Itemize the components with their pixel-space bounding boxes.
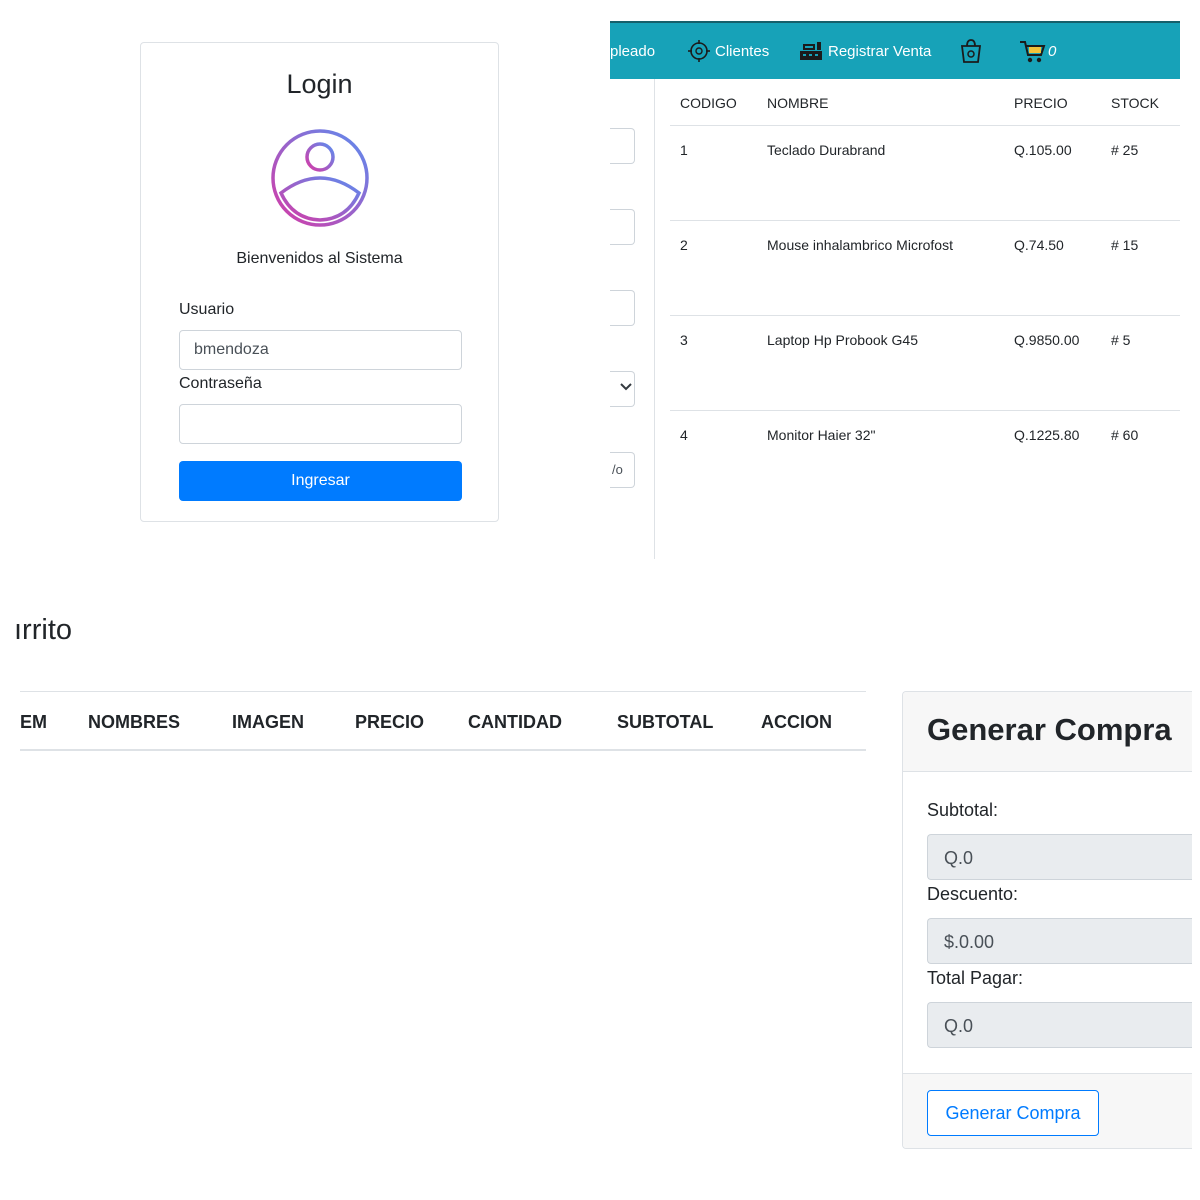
- column-header: NOMBRES: [88, 712, 181, 732]
- cell-precio: Q.9850.00: [1014, 332, 1080, 348]
- total-label: Total Pagar:: [927, 968, 1024, 988]
- shopping-cart-icon: [1020, 41, 1046, 63]
- purchase-card-footer: Generar Compra: [903, 1073, 1192, 1148]
- form-button-label: /o: [612, 462, 623, 477]
- product-form: /o: [610, 79, 655, 559]
- products-table: CODIGO NOMBRE PRECIO STOCK 1 Teclado Dur…: [670, 79, 1180, 506]
- purchase-title: Generar Compra: [927, 712, 1172, 747]
- column-header: PRECIO: [355, 712, 425, 732]
- form-input[interactable]: [610, 128, 635, 164]
- nav-item-clientes[interactable]: Clientes: [685, 23, 769, 79]
- column-header: STOCK: [1111, 95, 1159, 111]
- column-header: EM: [20, 712, 47, 732]
- nav-item-bag[interactable]: [958, 23, 986, 79]
- cell-nombre: Teclado Durabrand: [767, 142, 886, 158]
- nav-item-empleado[interactable]: pleado: [610, 23, 655, 79]
- cell-nombre: Laptop Hp Probook G45: [767, 332, 918, 348]
- cart-count: 0: [1048, 42, 1057, 60]
- password-input[interactable]: [179, 404, 462, 444]
- cell-codigo: 3: [680, 332, 688, 348]
- nav-item-registrar-venta[interactable]: Registrar Venta: [798, 23, 931, 79]
- target-icon: [688, 40, 710, 62]
- form-input[interactable]: [610, 209, 635, 245]
- cell-precio: Q.74.50: [1014, 237, 1064, 253]
- navbar: pleado Clientes Registrar Venta 0: [610, 21, 1180, 79]
- nav-item-label: Clientes: [715, 42, 770, 60]
- purchase-card: Generar Compra Subtotal: Q.0 Descuento: …: [902, 691, 1192, 1149]
- column-header: CODIGO: [680, 95, 737, 111]
- column-header: PRECIO: [1014, 95, 1068, 111]
- cash-register-icon: [800, 42, 822, 60]
- cell-precio: Q.105.00: [1014, 142, 1072, 158]
- discount-field: $.0.00: [927, 918, 1192, 964]
- table-row[interactable]: 3 Laptop Hp Probook G45 Q.9850.00 # 5: [670, 316, 1180, 411]
- username-label: Usuario: [179, 301, 235, 318]
- cell-codigo: 2: [680, 237, 688, 253]
- table-row[interactable]: 4 Monitor Haier 32" Q.1225.80 # 60: [670, 411, 1180, 506]
- column-header: NOMBRE: [767, 95, 829, 111]
- column-header: ACCION: [761, 712, 832, 732]
- login-title: Login: [286, 69, 353, 99]
- generate-purchase-button[interactable]: Generar Compra: [927, 1090, 1099, 1136]
- cell-stock: # 5: [1111, 332, 1131, 348]
- column-header: IMAGEN: [232, 712, 304, 732]
- cell-codigo: 1: [680, 142, 688, 158]
- purchase-card-header: Generar Compra: [903, 692, 1192, 772]
- cart-title: ırrito: [14, 614, 72, 646]
- welcome-text: Bienvenidos al Sistema: [236, 250, 403, 267]
- total-field: Q.0: [927, 1002, 1192, 1048]
- cell-nombre: Mouse inhalambrico Microfost: [767, 237, 953, 253]
- table-row[interactable]: 2 Mouse inhalambrico Microfost Q.74.50 #…: [670, 221, 1180, 316]
- cell-stock: # 15: [1111, 237, 1139, 253]
- table-header: CODIGO NOMBRE PRECIO STOCK: [670, 79, 1180, 126]
- subtotal-label: Subtotal:: [927, 800, 999, 820]
- cell-precio: Q.1225.80: [1014, 427, 1080, 443]
- table-row[interactable]: 1 Teclado Durabrand Q.105.00 # 25: [670, 126, 1180, 221]
- login-card: Login Bienvenidos al Sistema Usuario Con…: [140, 42, 499, 522]
- cart-table-header: EM NOMBRES IMAGEN PRECIO CANTIDAD SUBTOT…: [20, 691, 866, 751]
- nav-item-label: Registrar Venta: [828, 42, 932, 60]
- subtotal-field: Q.0: [927, 834, 1192, 880]
- login-button[interactable]: Ingresar: [179, 461, 462, 501]
- cell-stock: # 25: [1111, 142, 1139, 158]
- shopping-bag-icon: [960, 39, 982, 63]
- nav-item-label: pleado: [610, 42, 656, 60]
- form-input[interactable]: [610, 290, 635, 326]
- password-label: Contraseña: [179, 375, 262, 392]
- cell-codigo: 4: [680, 427, 688, 443]
- cell-stock: # 60: [1111, 427, 1139, 443]
- column-header: CANTIDAD: [468, 712, 562, 732]
- form-button[interactable]: /o: [610, 452, 635, 488]
- username-input[interactable]: [179, 330, 462, 370]
- nav-item-cart[interactable]: 0: [1018, 23, 1056, 79]
- chevron-down-icon: [620, 383, 632, 391]
- user-circle-icon: [271, 129, 369, 227]
- cell-nombre: Monitor Haier 32": [767, 427, 876, 443]
- column-header: SUBTOTAL: [617, 712, 714, 732]
- discount-label: Descuento:: [927, 884, 1019, 904]
